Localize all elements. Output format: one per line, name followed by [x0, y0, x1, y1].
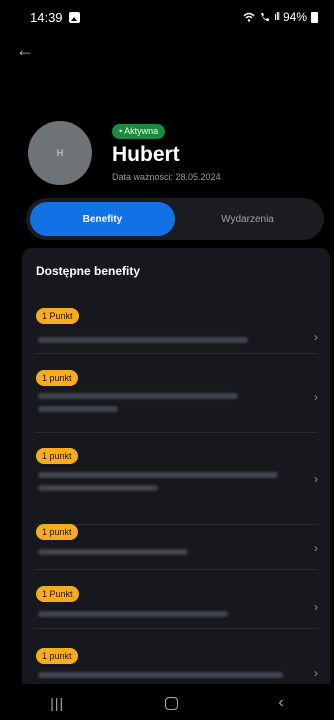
points-chip: 1 punkt: [36, 524, 78, 540]
tab-wydarzenia[interactable]: Wydarzenia: [175, 202, 320, 236]
benefit-item[interactable]: 1 Punkt ›: [22, 586, 330, 654]
benefit-item[interactable]: 1 Punkt ›: [22, 308, 330, 376]
call-icon: [261, 13, 270, 21]
wifi-icon: [243, 12, 255, 22]
blurred-description: [38, 549, 188, 555]
image-icon: [68, 11, 80, 23]
chevron-right-icon: ›: [314, 600, 318, 614]
blurred-description: [38, 406, 118, 412]
clock: 14:39: [30, 9, 63, 25]
status-left: 14:39: [30, 10, 80, 25]
points-chip: 1 punkt: [36, 648, 78, 664]
home-icon[interactable]: [164, 696, 178, 710]
chevron-right-icon: ›: [314, 390, 318, 404]
benefits-panel: Dostępne benefity 1 Punkt › 1 punkt › 1 …: [22, 248, 330, 684]
divider: [36, 569, 316, 570]
tab-switcher: Benefity Wydarzenia: [26, 198, 324, 240]
status-bar: 14:39 ıll 94%: [0, 0, 334, 34]
chevron-right-icon: ›: [314, 330, 318, 344]
back-nav-icon[interactable]: ‹: [278, 694, 283, 712]
blurred-description: [38, 485, 158, 491]
divider: [36, 432, 316, 433]
validity-date: Data ważności: 28.05.2024: [112, 172, 221, 182]
recent-apps-icon[interactable]: |||: [50, 695, 64, 711]
divider: [36, 628, 316, 629]
chevron-right-icon: ›: [314, 541, 318, 555]
points-chip: 1 punkt: [36, 370, 78, 386]
blurred-description: [38, 393, 238, 399]
chevron-right-icon: ›: [314, 472, 318, 486]
battery-icon: [311, 11, 318, 23]
avatar: H: [28, 121, 92, 185]
tab-benefity[interactable]: Benefity: [30, 202, 175, 236]
benefit-item[interactable]: 1 punkt ›: [22, 524, 330, 592]
benefit-item[interactable]: 1 punkt ›: [22, 648, 330, 684]
arrow-left-icon[interactable]: ←: [16, 38, 40, 62]
blurred-description: [38, 337, 248, 343]
member-name: Hubert: [112, 143, 180, 166]
benefit-item[interactable]: 1 punkt ›: [22, 370, 330, 438]
signal-icon: ıll: [274, 11, 280, 23]
points-chip: 1 punkt: [36, 448, 78, 464]
points-chip: 1 Punkt: [36, 586, 79, 602]
benefit-item[interactable]: 1 punkt ›: [22, 448, 330, 525]
status-right: ıll 94%: [243, 10, 318, 24]
status-badge: • Aktywna: [112, 124, 166, 139]
blurred-description: [38, 611, 228, 617]
blurred-description: [38, 472, 278, 478]
avatar-initial: H: [56, 148, 64, 158]
battery-level: 94%: [282, 10, 307, 24]
benefits-title: Dostępne benefity: [36, 264, 141, 278]
blurred-description: [38, 672, 283, 678]
points-chip: 1 Punkt: [36, 308, 79, 324]
system-nav-bar: ||| ‹: [0, 686, 334, 720]
chevron-right-icon: ›: [314, 666, 318, 680]
divider: [36, 353, 316, 354]
